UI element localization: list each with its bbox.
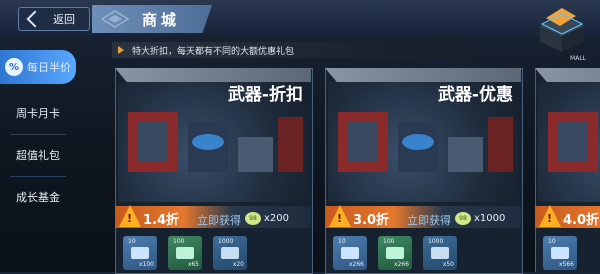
reward-item[interactable]: 100 x266	[378, 236, 412, 270]
sidebar-item-value-pack[interactable]: 超值礼包	[0, 138, 76, 172]
top-bar	[0, 0, 600, 36]
treasure-chest-icon	[540, 8, 584, 52]
get-now-button[interactable]: 立即获得	[407, 212, 451, 228]
get-now-button[interactable]: 立即获得	[197, 212, 241, 228]
ammo-icon	[221, 247, 239, 259]
announcement-bar: 特大折扣，每天都有不同的大额优惠礼包	[112, 42, 502, 58]
mall-label: MALL	[570, 55, 586, 62]
ammo-icon	[431, 247, 449, 259]
sidebar: % 每日半价 周卡月卡 超值礼包 成长基金	[0, 40, 78, 272]
reward-count: x200	[264, 213, 290, 224]
percent-badge-icon: %	[5, 58, 23, 76]
sidebar-divider	[10, 176, 66, 177]
ammo-icon	[386, 247, 404, 259]
item-level: 10	[338, 238, 346, 245]
coin-icon: 98	[455, 212, 471, 225]
back-button[interactable]: 返回	[18, 7, 90, 31]
sidebar-item-label: 超值礼包	[16, 149, 60, 162]
discount-value: 3.0折	[353, 213, 390, 228]
ammo-icon	[176, 247, 194, 259]
reward-item[interactable]: 1000 x20	[213, 236, 247, 270]
item-quantity: x50	[442, 261, 454, 268]
reward-count: x1000	[474, 213, 506, 224]
reward-items: 10 x566	[543, 236, 577, 270]
sidebar-item-growth-fund[interactable]: 成长基金	[0, 180, 76, 214]
reward-items: 10 x266 100 x266 1000 x50	[333, 236, 457, 270]
reward-item[interactable]: 1000 x50	[423, 236, 457, 270]
reward-item[interactable]: 10 x566	[543, 236, 577, 270]
card-title: 武器-优惠	[437, 85, 513, 105]
reward-items: 10 x100 100 x65 1000 x20	[123, 236, 247, 270]
offer-card[interactable]: ! 4.0折 10 x566	[535, 68, 600, 272]
item-quantity: x266	[348, 261, 364, 268]
emblem-icon	[100, 10, 130, 28]
sidebar-item-label: 成长基金	[16, 191, 60, 204]
coin-icon: 98	[245, 212, 261, 225]
offer-card[interactable]: 武器-折扣 ! 1.4折 立即获得 98 x200 10 x100 100 x6…	[115, 68, 313, 274]
announcement-text: 特大折扣，每天都有不同的大额优惠礼包	[132, 46, 295, 57]
item-quantity: x65	[187, 261, 199, 268]
reward-item[interactable]: 10 x100	[123, 236, 157, 270]
card-title: 武器-折扣	[227, 85, 303, 105]
back-label: 返回	[53, 13, 75, 26]
reward-item[interactable]: 10 x266	[333, 236, 367, 270]
item-quantity: x566	[558, 261, 574, 268]
discount-value: 4.0折	[563, 213, 600, 228]
sidebar-item-label: 周卡月卡	[16, 107, 60, 120]
sidebar-item-label: 每日半价	[27, 61, 71, 74]
item-quantity: x100	[138, 261, 154, 268]
chevron-left-icon	[26, 10, 44, 28]
page-title-tab: 商城	[92, 5, 212, 33]
mall-button[interactable]: MALL	[532, 4, 590, 64]
ammo-icon	[551, 247, 569, 259]
reward-item[interactable]: 100 x65	[168, 236, 202, 270]
announcement-arrow-icon	[118, 46, 124, 54]
item-level: 10	[548, 238, 556, 245]
discount-value: 1.4折	[143, 213, 180, 228]
sidebar-item-daily-half-price[interactable]: % 每日半价	[0, 50, 76, 84]
item-level: 100	[383, 238, 395, 245]
page-title: 商城	[142, 10, 181, 29]
weapon-crate-image	[538, 82, 600, 202]
item-quantity: x20	[232, 261, 244, 268]
item-level: 1000	[428, 238, 444, 245]
item-level: 10	[128, 238, 136, 245]
ammo-icon	[131, 247, 149, 259]
item-level: 100	[173, 238, 185, 245]
item-level: 1000	[218, 238, 234, 245]
item-quantity: x266	[393, 261, 409, 268]
sidebar-divider	[10, 134, 66, 135]
sidebar-item-weekly-monthly-card[interactable]: 周卡月卡	[0, 96, 76, 130]
offer-card[interactable]: 武器-优惠 ! 3.0折 立即获得 98 x1000 10 x266 100 x…	[325, 68, 523, 274]
ammo-icon	[341, 247, 359, 259]
